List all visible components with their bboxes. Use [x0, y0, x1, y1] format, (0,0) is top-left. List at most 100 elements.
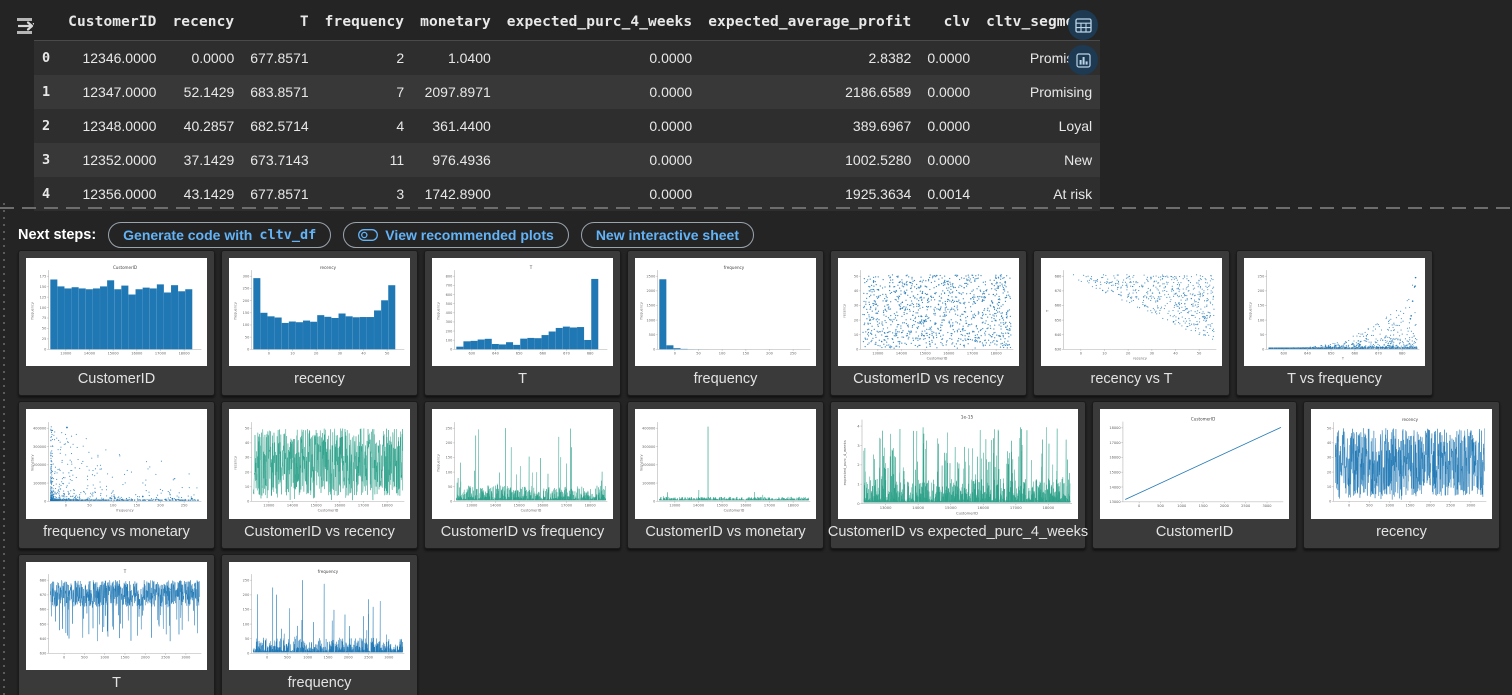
plot-caption: frequency vs monetary — [43, 524, 190, 540]
new-interactive-sheet-button[interactable]: New interactive sheet — [580, 222, 754, 248]
svg-text:1e-15: 1e-15 — [961, 414, 974, 420]
svg-text:2500: 2500 — [1446, 504, 1455, 508]
cell-monetary: 361.4400 — [432, 118, 491, 134]
plot-card-c2[interactable]: recency 0 10 20 30 40 50 0 50 100 150 200 250 300 freq… — [221, 250, 418, 396]
svg-text:800: 800 — [446, 274, 453, 278]
col-header-expected-purc-4-weeks[interactable]: expected_purc_4_weeks — [498, 6, 701, 41]
dataframe-panel: CustomerID recency T frequency monetary … — [0, 0, 1512, 211]
svg-text:17000: 17000 — [967, 352, 978, 356]
table-row[interactable]: 1 12347.0000 52.1429 683.8571 7 2097.897… — [34, 75, 1101, 109]
plot-card-c13[interactable]: CustomerID 0 500 1000 1500 2000 2500 3000 13000 1… — [1092, 401, 1297, 549]
table-body: 0 12346.0000 0.0000 677.8571 2 1.0400 0.… — [34, 40, 1101, 211]
table-row[interactable]: 2 12348.0000 40.2857 682.5714 4 361.4400… — [34, 109, 1101, 143]
svg-text:1000: 1000 — [303, 656, 312, 660]
svg-text:40: 40 — [361, 352, 365, 356]
svg-text:0: 0 — [1080, 352, 1082, 356]
svg-text:16000: 16000 — [131, 352, 142, 356]
col-header-frequency[interactable]: frequency — [316, 6, 413, 41]
cell-frequency: 3 — [396, 186, 405, 202]
svg-text:650: 650 — [1055, 318, 1062, 322]
svg-text:0: 0 — [1329, 500, 1331, 504]
plot-card-c12[interactable]: 1e-15 13000 14000 15000 16000 17000 18000 0 1 2 3 4… — [828, 401, 1088, 549]
view-switcher — [1068, 10, 1098, 80]
svg-text:17000: 17000 — [561, 504, 572, 508]
table-row[interactable]: 4 12356.0000 43.1429 677.8571 3 1742.890… — [34, 177, 1101, 211]
plot-thumbnail-c12: 1e-15 13000 14000 15000 16000 17000 18000 0 1 2 3 4… — [838, 409, 1078, 519]
plot-caption: CustomerID vs recency — [853, 371, 1004, 387]
plot-card-c16[interactable]: frequency 0 500 1000 1500 2000 2500 3000 0 50 100 1… — [221, 554, 418, 695]
svg-text:50: 50 — [854, 274, 858, 278]
plot-card-c5[interactable]: 13000 14000 15000 16000 17000 18000 0 10 20 30 40 5… — [830, 250, 1027, 396]
view-recommended-plots-button[interactable]: View recommended plots — [343, 222, 569, 248]
cell-recency: 52.1429 — [183, 84, 235, 100]
svg-text:640: 640 — [1055, 333, 1062, 337]
svg-text:150: 150 — [446, 456, 453, 460]
plot-card-c3[interactable]: T 630 640 650 660 670 680 0 100 200 300 400 500 600 70… — [424, 250, 621, 396]
svg-text:0: 0 — [44, 348, 46, 352]
plot-thumbnail-c14: recency 0 500 1000 1500 2000 2500 3000 0 10 20 30 40… — [1311, 409, 1492, 519]
cell-index: 2 — [42, 118, 51, 134]
col-header-expected-average-profit[interactable]: expected_average_profit — [700, 6, 920, 41]
svg-text:0: 0 — [857, 502, 860, 506]
svg-text:17000: 17000 — [1010, 506, 1022, 510]
plot-thumbnail-c15: T 0 500 1000 1500 2000 2500 3000 630 640 650 660 670… — [26, 562, 207, 670]
svg-text:T: T — [1341, 357, 1345, 361]
plot-card-c9[interactable]: 13000 14000 15000 16000 17000 18000 0 10 20 30 40 5… — [221, 401, 418, 549]
cell-frequency: 11 — [389, 152, 405, 168]
col-header-t[interactable]: T — [242, 6, 317, 41]
cell-cltv-segment: New — [1064, 152, 1093, 168]
svg-text:13000: 13000 — [669, 504, 680, 508]
cell-customerid: 12346.0000 — [82, 50, 157, 66]
plot-card-c11[interactable]: 13000 14000 15000 16000 17000 18000 0 100000 200… — [627, 401, 824, 549]
col-header-customerid[interactable]: CustomerID — [60, 6, 165, 41]
bar-chart-icon[interactable] — [1068, 45, 1098, 75]
table-row[interactable]: 3 12352.0000 37.1429 673.7143 11 976.493… — [34, 143, 1101, 177]
svg-text:1500: 1500 — [121, 656, 130, 660]
plot-caption: T vs frequency — [1287, 371, 1382, 387]
svg-text:50: 50 — [1260, 333, 1264, 337]
plot-card-c14[interactable]: recency 0 500 1000 1500 2000 2500 3000 0 10 20 30 40… — [1303, 401, 1500, 549]
plot-caption: CustomerID vs expected_purc_4_weeks — [827, 524, 1089, 540]
svg-text:250: 250 — [181, 504, 188, 508]
plot-caption: frequency — [693, 371, 758, 387]
col-header-index[interactable] — [34, 6, 61, 41]
svg-text:650: 650 — [40, 622, 47, 626]
svg-text:2000: 2000 — [141, 656, 150, 660]
plot-card-c8[interactable]: 0 50 100 150 200 250 0 100000 200000 300000 400000… — [18, 401, 215, 549]
plot-thumbnail-c4: frequency 0 50 100 150 200 250 0 500 1000 1500 2000… — [635, 258, 816, 366]
svg-text:40: 40 — [854, 289, 858, 293]
svg-text:3: 3 — [857, 444, 860, 448]
plot-row-1: CustomerID 13000 14000 15000 16000 17000 18000… — [0, 250, 1512, 396]
plot-thumbnail-c11: 13000 14000 15000 16000 17000 18000 0 100000 200… — [635, 409, 816, 519]
svg-text:frequency: frequency — [436, 302, 440, 320]
generate-code-button[interactable]: Generate code with cltv_df — [108, 222, 332, 248]
svg-text:1000: 1000 — [1385, 504, 1394, 508]
svg-text:50: 50 — [1197, 352, 1201, 356]
svg-text:T: T — [529, 265, 533, 270]
svg-text:400000: 400000 — [33, 426, 46, 430]
plot-card-c7[interactable]: 630 640 650 660 670 680 0 50 100 150 200 250 frequen… — [1236, 250, 1433, 396]
svg-text:50: 50 — [245, 335, 249, 339]
plot-card-c1[interactable]: CustomerID 13000 14000 15000 16000 17000 18000… — [18, 250, 215, 396]
svg-text:16000: 16000 — [334, 504, 345, 508]
dataframe-table[interactable]: CustomerID recency T frequency monetary … — [34, 6, 1101, 211]
svg-text:640: 640 — [492, 352, 499, 356]
plot-caption: frequency — [287, 675, 352, 691]
table-row[interactable]: 0 12346.0000 0.0000 677.8571 2 1.0400 0.… — [34, 40, 1101, 75]
svg-text:1000: 1000 — [1177, 504, 1187, 508]
svg-text:50: 50 — [245, 426, 249, 430]
plot-caption: recency vs T — [1090, 371, 1173, 387]
plot-card-c15[interactable]: T 0 500 1000 1500 2000 2500 3000 630 640 650 660 670… — [18, 554, 215, 695]
svg-text:10: 10 — [245, 485, 249, 489]
svg-text:18000: 18000 — [382, 504, 393, 508]
svg-text:50: 50 — [42, 327, 46, 331]
svg-text:14000: 14000 — [1109, 485, 1121, 489]
plot-card-c6[interactable]: 0 10 20 30 40 50 630 640 650 660 670 680 Trecency re… — [1033, 250, 1230, 396]
col-header-recency[interactable]: recency — [164, 6, 243, 41]
col-header-monetary[interactable]: monetary — [412, 6, 499, 41]
svg-text:50: 50 — [696, 352, 700, 356]
plot-card-c10[interactable]: 13000 14000 15000 16000 17000 18000 0 50 100 150 2… — [424, 401, 621, 549]
plot-card-c4[interactable]: frequency 0 50 100 150 200 250 0 500 1000 1500 2000… — [627, 250, 824, 396]
table-grid-icon[interactable] — [1068, 10, 1098, 40]
col-header-clv[interactable]: clv — [919, 6, 979, 41]
